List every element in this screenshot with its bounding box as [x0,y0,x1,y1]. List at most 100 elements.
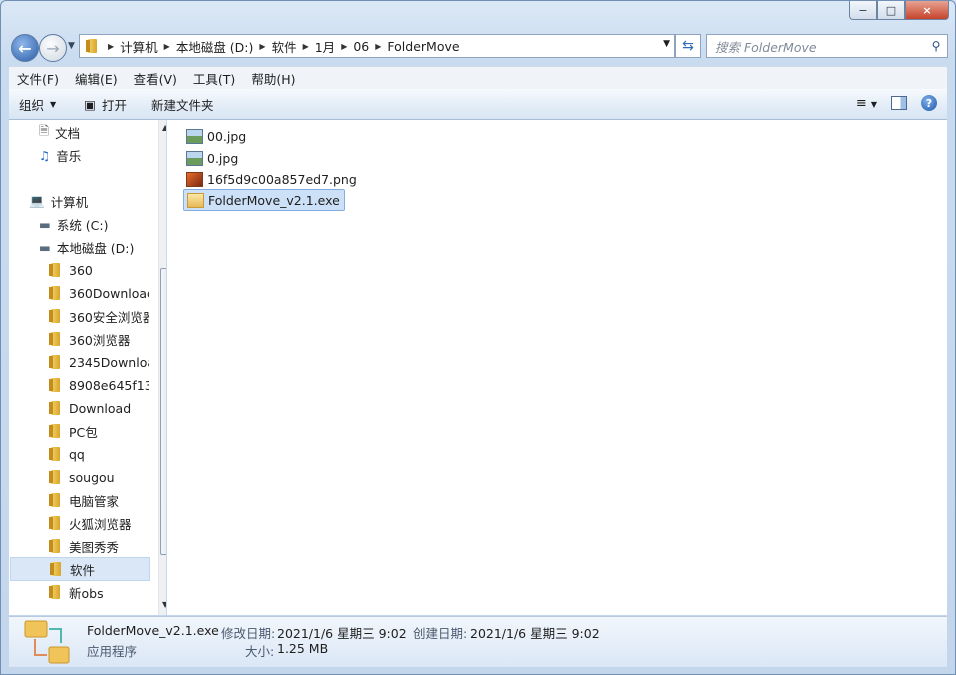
search-icon[interactable]: ⚲ [925,39,947,53]
scroll-thumb[interactable] [160,268,166,555]
nav-item-folder[interactable]: 360浏览器 [49,328,149,350]
nav-item-folder[interactable]: 火狐浏览器 [49,512,149,534]
nav-label: 火狐浏览器 [69,516,132,532]
scroll-up-icon[interactable]: ▲ [162,123,166,132]
nav-scrollbar[interactable]: ▲ ▼ [158,120,166,615]
nav-label: 计算机 [50,194,89,210]
nav-item-drive-d[interactable]: ▬ 本地磁盘 (D:) [39,236,166,258]
menu-edit[interactable]: 编辑(E) [67,69,126,88]
search-input[interactable]: 搜索 FolderMove [707,37,925,56]
scroll-down-icon[interactable]: ▼ [162,600,166,609]
nav-item-folder[interactable]: PC包 [49,420,149,442]
nav-item-folder[interactable]: 电脑管家 [49,489,149,511]
nav-item-folder[interactable]: 新obs [49,581,149,603]
new-folder-button[interactable]: 新建文件夹 [141,95,224,114]
drive-icon: ▬ [39,216,51,232]
open-button[interactable]: ▣ 打开 [74,95,137,114]
computer-icon: 💻 [29,193,45,208]
caption-buttons: − □ × [849,1,949,20]
nav-label: PC包 [69,424,98,440]
folder-icon [49,286,63,300]
back-button[interactable]: ← [11,34,39,62]
chevron-right-icon[interactable]: ▶ [162,42,172,51]
preview-pane-icon[interactable] [891,96,907,110]
nav-label: 360Download [69,285,149,301]
nav-item-documents[interactable]: 🗎 文档 [39,121,166,143]
menu-tools[interactable]: 工具(T) [185,69,243,88]
nav-label: 2345Downloa [69,354,149,370]
breadcrumb-foldermove[interactable]: FolderMove [383,39,463,54]
organize-button[interactable]: 组织 ▼ [9,95,66,114]
folder-icon [49,424,63,438]
details-pane: FolderMove_v2.1.exe 应用程序 修改日期: 2021/1/6 … [9,616,947,667]
maximize-button[interactable]: □ [877,1,905,20]
nav-item-folder[interactable]: 美图秀秀 [49,535,149,557]
folder-icon [86,39,100,53]
chevron-down-icon: ▼ [50,99,57,109]
details-size-label: 大小: [245,644,275,659]
nav-item-computer[interactable]: 💻 计算机 [29,190,166,212]
minimize-button[interactable]: − [849,1,877,20]
nav-label: 新obs [69,585,104,601]
chevron-right-icon[interactable]: ▶ [373,42,383,51]
address-bar[interactable]: ▶ 计算机 ▶ 本地磁盘 (D:) ▶ 软件 ▶ 1月 ▶ 06 ▶ Folde… [79,34,675,58]
image-file-icon [186,150,203,166]
breadcrumb-software[interactable]: 软件 [268,37,301,56]
drive-icon: ▬ [39,239,51,255]
nav-item-folder[interactable]: 360Download [49,282,149,304]
nav-item-folder[interactable]: qq [49,443,149,465]
folder-icon [49,447,63,461]
open-label: 打开 [101,97,127,113]
folder-icon [49,401,63,415]
address-dropdown-icon[interactable]: ▼ [663,39,670,49]
history-dropdown-icon[interactable]: ▼ [68,41,75,51]
explorer-window: − □ × ← → ▼ ▶ 计算机 ▶ 本地磁盘 (D:) ▶ 软件 ▶ 1月 … [0,0,956,675]
breadcrumb-computer[interactable]: 计算机 [116,37,162,56]
nav-label: Download [69,400,132,416]
nav-item-folder[interactable]: 8908e645f138 [49,374,149,396]
forward-button[interactable]: → [39,34,67,62]
nav-item-folder[interactable]: 360安全浏览器 [49,305,149,327]
nav-item-drive-c[interactable]: ▬ 系统 (C:) [39,213,166,235]
nav-item-folder[interactable]: Download [49,397,149,419]
view-options-icon[interactable]: ≡ ▼ [856,96,877,111]
nav-label: 系统 (C:) [56,217,109,233]
chevron-right-icon[interactable]: ▶ [339,42,349,51]
file-item[interactable]: 16f5d9c00a857ed7.png [183,169,361,189]
nav-label: 电脑管家 [69,493,120,509]
nav-item-music[interactable]: ♫ 音乐 [39,144,166,166]
nav-item-folder-selected[interactable]: 软件 [10,557,150,581]
breadcrumb-january[interactable]: 1月 [311,37,339,56]
nav-label: 8908e645f138 [69,377,149,393]
music-icon: ♫ [39,147,51,163]
menu-file[interactable]: 文件(F) [9,69,67,88]
file-name: 16f5d9c00a857ed7.png [207,171,357,187]
folder-icon [49,332,63,346]
chevron-right-icon[interactable]: ▶ [106,42,116,51]
nav-item-folder[interactable]: sougou [49,466,149,488]
folder-icon [49,493,63,507]
folder-icon [49,585,63,599]
refresh-icon: ⇆ [682,38,694,54]
folder-icon [49,470,63,484]
nav-label: 美图秀秀 [69,539,120,555]
menu-view[interactable]: 查看(V) [126,69,185,88]
breadcrumb-drive-d[interactable]: 本地磁盘 (D:) [172,37,258,56]
nav-label: 文档 [55,125,81,141]
refresh-button[interactable]: ⇆ [675,34,701,58]
chevron-right-icon[interactable]: ▶ [257,42,267,51]
file-item[interactable]: 0.jpg [183,148,242,168]
nav-label: 360浏览器 [69,332,131,348]
png-file-icon [186,171,203,187]
file-item[interactable]: 00.jpg [183,126,250,146]
chevron-right-icon[interactable]: ▶ [301,42,311,51]
nav-item-folder[interactable]: 2345Downloa [49,351,149,373]
breadcrumb-06[interactable]: 06 [349,39,373,54]
menu-help[interactable]: 帮助(H) [243,69,303,88]
nav-item-folder[interactable]: 360 [49,259,149,281]
help-icon[interactable]: ? [921,95,937,111]
close-button[interactable]: × [905,1,949,20]
search-box[interactable]: 搜索 FolderMove ⚲ [706,34,948,58]
documents-icon: 🗎 [39,122,50,138]
file-item-selected[interactable]: FolderMove_v2.1.exe [183,189,345,211]
